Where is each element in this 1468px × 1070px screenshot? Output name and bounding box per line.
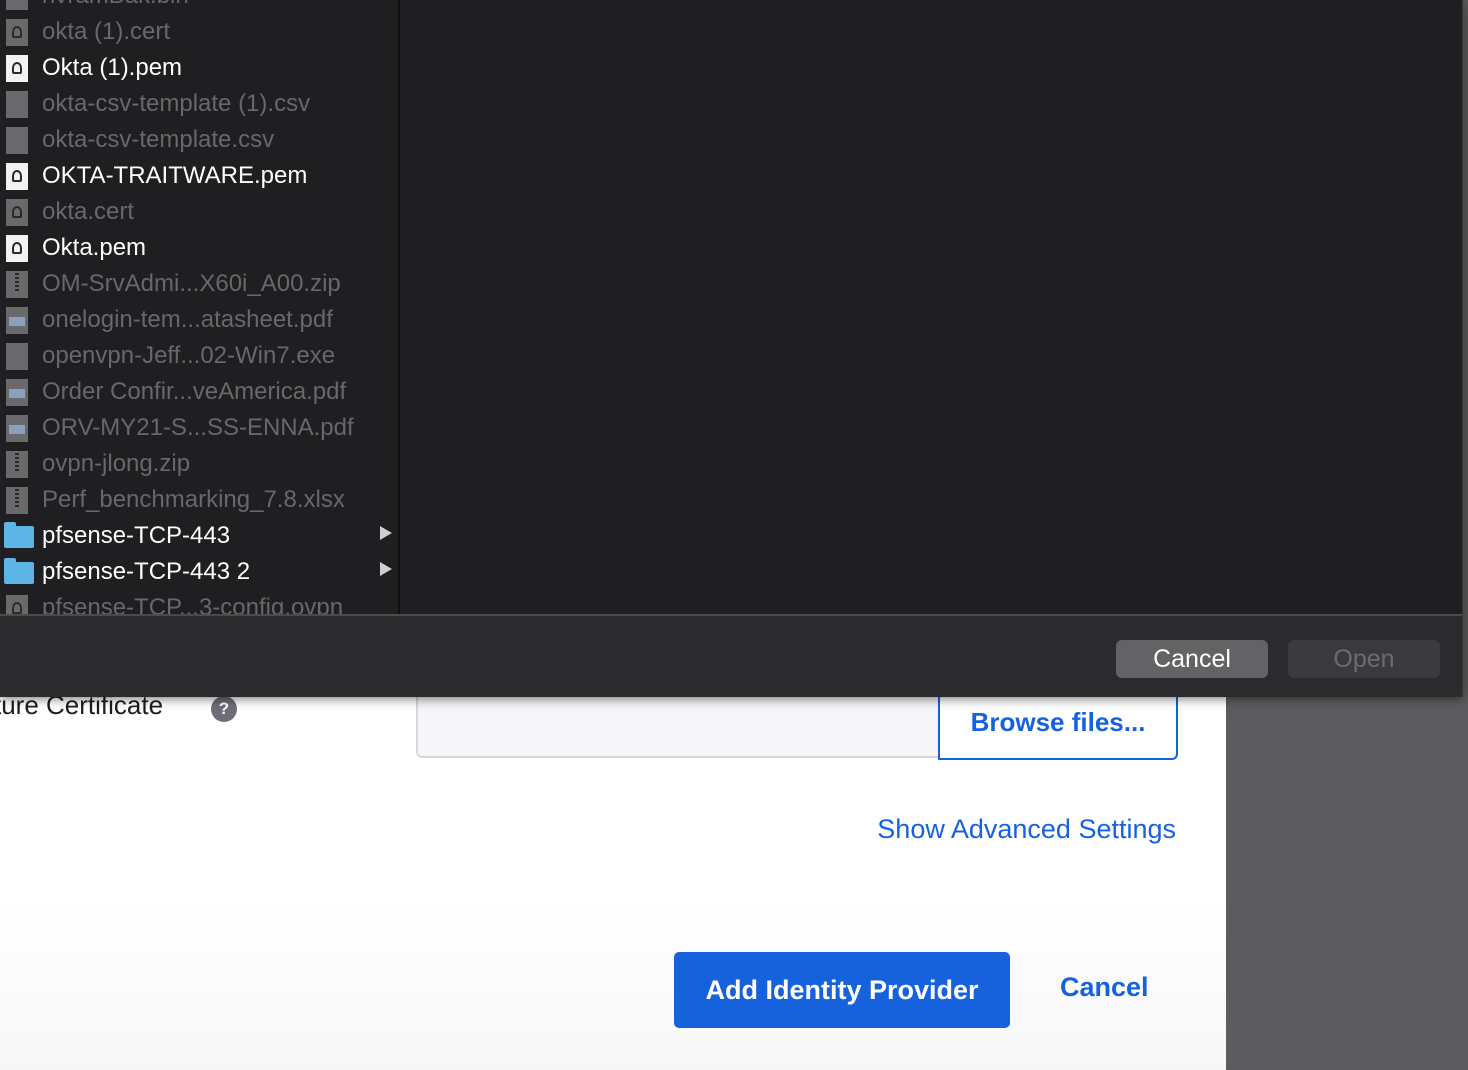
file-row[interactable]: nvramBak.bin (0, 0, 398, 14)
zip-icon (6, 451, 28, 478)
file-name: okta.cert (42, 198, 135, 225)
dialog-footer: Cancel Open (0, 614, 1462, 697)
file-name: pfsense-TCP-443 (42, 522, 231, 549)
file-name: okta-csv-template.csv (42, 126, 275, 153)
file-row[interactable]: okta.cert (0, 194, 398, 230)
file-name: okta (1).cert (42, 18, 171, 45)
folder-row[interactable]: pfsense-TCP-443 2 (0, 554, 398, 590)
pdf-icon (6, 415, 28, 442)
certificate-icon (6, 55, 28, 82)
file-row[interactable]: okta-csv-template (1).csv (0, 86, 398, 122)
file-name: OKTA-TRAITWARE.pem (42, 162, 308, 189)
file-name: OM-SrvAdmi...X60i_A00.zip (42, 270, 341, 297)
certificate-icon (6, 19, 28, 46)
disclosure-arrow-icon[interactable] (380, 562, 392, 576)
disclosure-arrow-icon[interactable] (380, 526, 392, 540)
file-list[interactable]: nvramBak.bin okta (1).cert Okta (1).pem okt… (0, 0, 400, 614)
dialog-open-button[interactable]: Open (1288, 640, 1440, 678)
file-name: pfsense-TCP...3-config.ovpn (42, 594, 344, 614)
file-row[interactable]: Perf_benchmarking_7.8.xlsx (0, 482, 398, 518)
certificate-icon (6, 163, 28, 190)
file-row[interactable]: okta-csv-template.csv (0, 122, 398, 158)
file-icon (6, 343, 28, 370)
file-icon (6, 127, 28, 154)
certificate-icon (6, 199, 28, 226)
preview-pane (400, 0, 1462, 614)
file-name: ORV-MY21-S...SS-ENNA.pdf (42, 414, 354, 441)
file-icon (6, 0, 28, 10)
show-advanced-settings-link[interactable]: Show Advanced Settings (877, 814, 1176, 845)
zip-icon (6, 271, 28, 298)
file-name: Perf_benchmarking_7.8.xlsx (42, 486, 345, 513)
file-row[interactable]: openvpn-Jeff...02-Win7.exe (0, 338, 398, 374)
certificate-icon (6, 595, 28, 614)
file-row[interactable]: ORV-MY21-S...SS-ENNA.pdf (0, 410, 398, 446)
pdf-icon (6, 379, 28, 406)
file-row[interactable]: pfsense-TCP...3-config.ovpn (0, 590, 398, 614)
file-row[interactable]: Okta (1).pem (0, 50, 398, 86)
add-identity-provider-button[interactable]: Add Identity Provider (674, 952, 1010, 1028)
file-row[interactable]: onelogin-tem...atasheet.pdf (0, 302, 398, 338)
certificate-icon (6, 235, 28, 262)
pdf-icon (6, 307, 28, 334)
folder-row[interactable]: pfsense-TCP-443 (0, 518, 398, 554)
file-name: Okta (1).pem (42, 54, 183, 81)
help-icon[interactable]: ? (211, 696, 237, 722)
file-row[interactable]: Order Confir...veAmerica.pdf (0, 374, 398, 410)
file-row[interactable]: ovpn-jlong.zip (0, 446, 398, 482)
file-name: ovpn-jlong.zip (42, 450, 191, 477)
file-name: pfsense-TCP-443 2 (42, 558, 251, 585)
file-row[interactable]: OKTA-TRAITWARE.pem (0, 158, 398, 194)
dialog-cancel-button[interactable]: Cancel (1116, 640, 1268, 678)
folder-icon (4, 558, 34, 584)
file-name: Okta.pem (42, 234, 147, 261)
file-name: openvpn-Jeff...02-Win7.exe (42, 342, 336, 369)
file-name: okta-csv-template (1).csv (42, 90, 311, 117)
file-name: nvramBak.bin (42, 0, 189, 10)
file-row[interactable]: Okta.pem (0, 230, 398, 266)
file-icon (6, 91, 28, 118)
file-row[interactable]: OM-SrvAdmi...X60i_A00.zip (0, 266, 398, 302)
folder-icon (4, 522, 34, 548)
zip-icon (6, 487, 28, 514)
open-file-dialog: nvramBak.bin okta (1).cert Okta (1).pem okt… (0, 0, 1463, 697)
file-name: Order Confir...veAmerica.pdf (42, 378, 347, 405)
file-name: onelogin-tem...atasheet.pdf (42, 306, 333, 333)
form-cancel-button[interactable]: Cancel (1060, 972, 1149, 1003)
file-row[interactable]: okta (1).cert (0, 14, 398, 50)
